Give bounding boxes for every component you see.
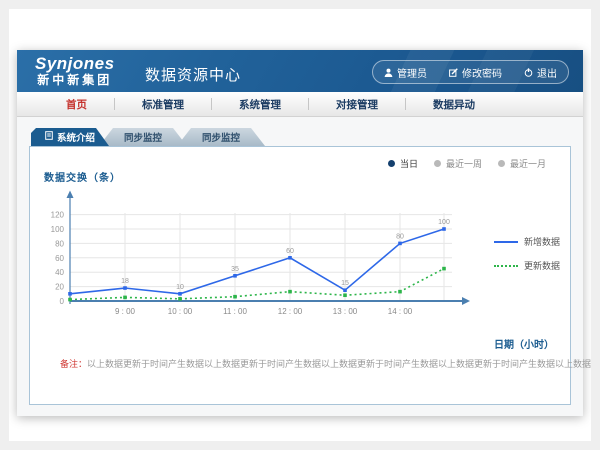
nav-item-data-change[interactable]: 数据异动 xyxy=(406,97,502,112)
filter-option-last-month[interactable]: 最近一月 xyxy=(498,157,546,170)
tabs-row: 系统介绍 同步监控 同步监控 xyxy=(31,128,265,146)
time-range-filter: 当日 最近一周 最近一月 xyxy=(388,157,546,170)
chart-panel: 当日 最近一周 最近一月 数据交换（条） 0 20 40 60 80 100 120 9 : … xyxy=(29,146,571,405)
radio-dot-icon xyxy=(498,160,505,167)
svg-text:35: 35 xyxy=(231,266,239,273)
logo-brand-text: Synjones xyxy=(35,55,115,73)
logout-label: 退出 xyxy=(537,65,557,80)
tab-sync-monitor-1[interactable]: 同步监控 xyxy=(99,128,187,146)
svg-text:10: 10 xyxy=(176,284,184,291)
main-nav: 首页 标准管理 系统管理 对接管理 数据异动 xyxy=(17,92,583,117)
admin-user-button[interactable]: 管理员 xyxy=(373,65,438,80)
tab-label: 系统介绍 xyxy=(57,130,95,144)
filter-label: 最近一月 xyxy=(510,157,546,170)
y-axis-title: 数据交换（条） xyxy=(44,169,121,184)
logo-company-name: 新中新集团 xyxy=(35,73,115,87)
tab-system-intro[interactable]: 系统介绍 xyxy=(31,128,109,146)
svg-text:80: 80 xyxy=(396,233,404,240)
footnote-body: 以上数据更新于时间产生数据以上数据更新于时间产生数据以上数据更新于时间产生数据以… xyxy=(87,359,600,369)
legend-label: 新增数据 xyxy=(524,235,560,248)
change-password-label: 修改密码 xyxy=(462,65,502,80)
logout-button[interactable]: 退出 xyxy=(513,65,568,80)
svg-text:100: 100 xyxy=(51,225,65,234)
dotted-line-icon xyxy=(494,265,518,267)
nav-item-home[interactable]: 首页 xyxy=(39,97,114,112)
svg-text:11 : 00: 11 : 00 xyxy=(223,307,247,316)
svg-text:60: 60 xyxy=(286,248,294,255)
svg-text:12 : 00: 12 : 00 xyxy=(278,307,303,316)
tab-sync-monitor-2[interactable]: 同步监控 xyxy=(177,128,265,146)
svg-text:18: 18 xyxy=(121,278,129,285)
nav-item-interface-management[interactable]: 对接管理 xyxy=(309,97,405,112)
user-icon xyxy=(384,68,393,77)
svg-text:0: 0 xyxy=(60,297,65,306)
svg-text:40: 40 xyxy=(55,268,64,277)
power-icon xyxy=(524,68,533,77)
company-logo: Synjones 新中新集团 xyxy=(35,55,115,87)
user-menu: 管理员 修改密码 退出 xyxy=(372,60,569,84)
footnote-prefix: 备注： xyxy=(60,359,87,369)
chart-legend: 新增数据 更新数据 xyxy=(494,235,560,272)
radio-dot-icon xyxy=(434,160,441,167)
svg-text:80: 80 xyxy=(55,239,64,248)
svg-text:120: 120 xyxy=(51,211,65,220)
app-window: Synjones 新中新集团 数据资源中心 管理员 修改密码 退出 xyxy=(17,50,583,416)
svg-text:13 : 00: 13 : 00 xyxy=(333,307,358,316)
svg-text:9 : 00: 9 : 00 xyxy=(115,307,136,316)
app-header: Synjones 新中新集团 数据资源中心 管理员 修改密码 退出 xyxy=(17,50,583,92)
filter-option-last-week[interactable]: 最近一周 xyxy=(434,157,482,170)
svg-text:100: 100 xyxy=(438,219,450,226)
content-area: 系统介绍 同步监控 同步监控 当日 最近一周 xyxy=(17,118,583,416)
tab-label: 同步监控 xyxy=(202,130,240,144)
radio-dot-icon xyxy=(388,160,395,167)
edit-icon xyxy=(449,68,458,77)
legend-item-updated-data: 更新数据 xyxy=(494,259,560,272)
filter-label: 当日 xyxy=(400,157,418,170)
footnote: 备注：以上数据更新于时间产生数据以上数据更新于时间产生数据以上数据更新于时间产生… xyxy=(60,357,600,370)
svg-text:15: 15 xyxy=(341,280,349,287)
filter-label: 最近一周 xyxy=(446,157,482,170)
x-axis-title: 日期（小时） xyxy=(494,336,554,351)
tab-label: 同步监控 xyxy=(124,130,162,144)
nav-item-system-management[interactable]: 系统管理 xyxy=(212,97,308,112)
solid-line-icon xyxy=(494,241,518,243)
svg-text:10 : 00: 10 : 00 xyxy=(168,307,193,316)
nav-item-standard-management[interactable]: 标准管理 xyxy=(115,97,211,112)
svg-text:60: 60 xyxy=(55,254,64,263)
admin-user-label: 管理员 xyxy=(397,65,427,80)
svg-text:14 : 00: 14 : 00 xyxy=(388,307,413,316)
page-title: 数据资源中心 xyxy=(145,64,241,85)
filter-option-today[interactable]: 当日 xyxy=(388,157,418,170)
line-chart: 0 20 40 60 80 100 120 9 : 00 10 : 00 11 : 00 12 : … xyxy=(34,189,504,324)
legend-label: 更新数据 xyxy=(524,259,560,272)
change-password-button[interactable]: 修改密码 xyxy=(438,65,513,80)
legend-item-new-data: 新增数据 xyxy=(494,235,560,248)
document-icon xyxy=(45,131,53,143)
svg-text:20: 20 xyxy=(55,283,64,292)
